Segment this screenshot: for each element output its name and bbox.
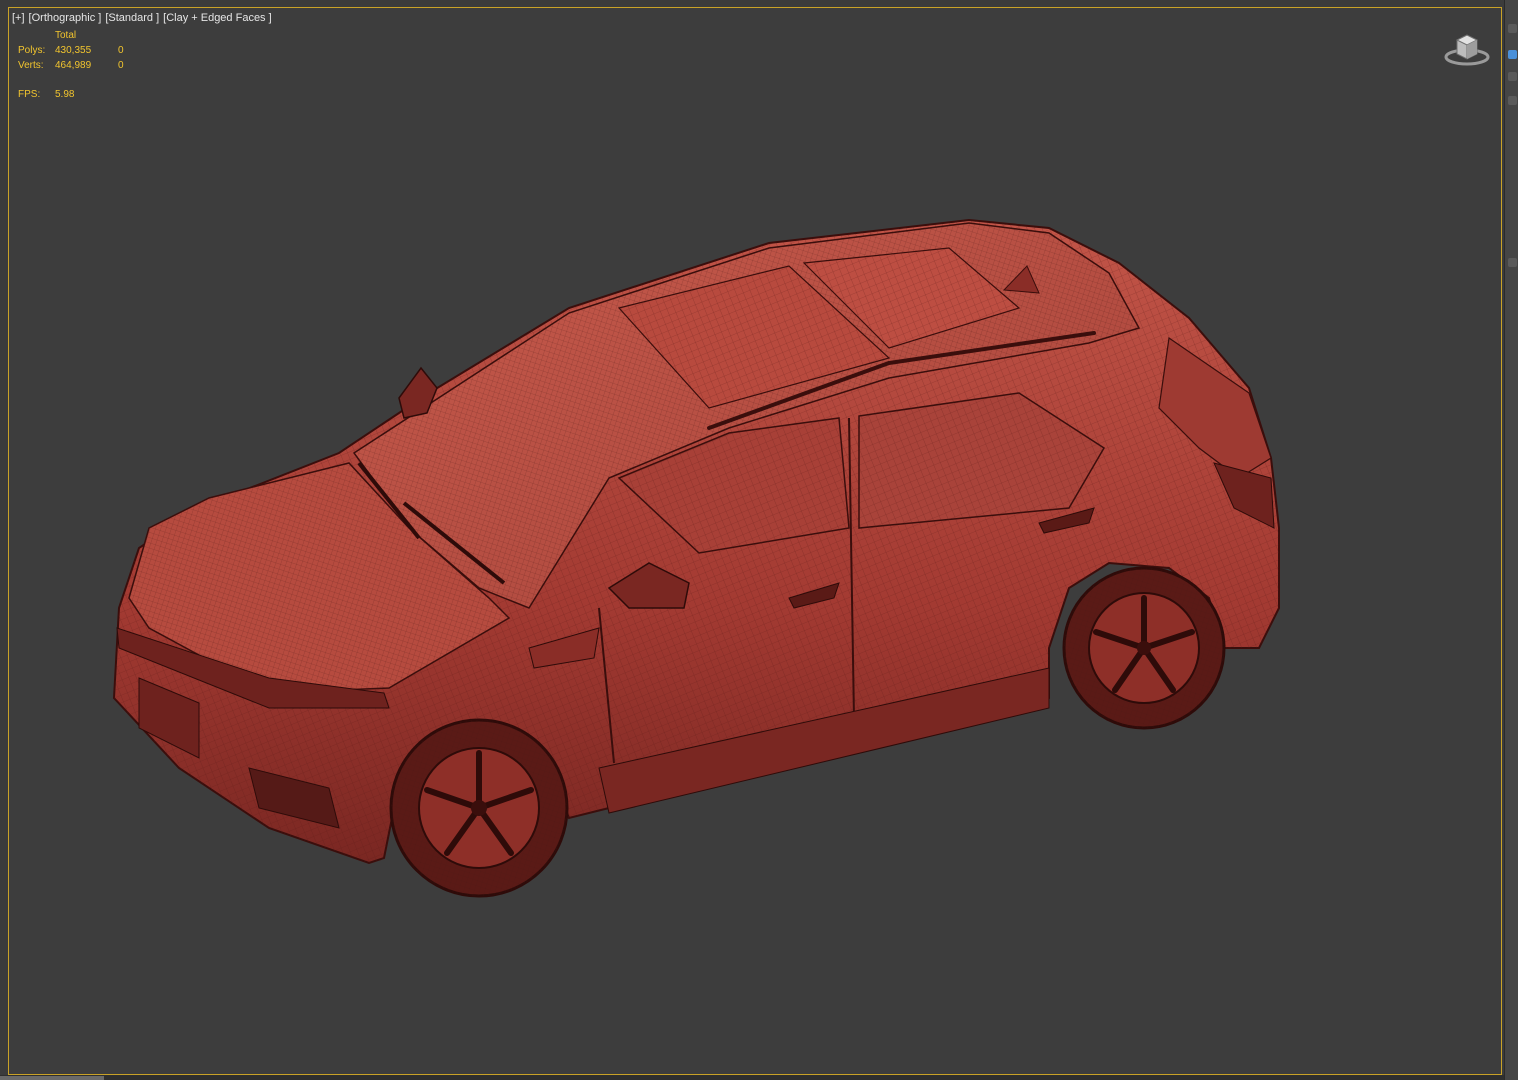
polys-selected: 0	[118, 45, 124, 56]
timeline-bar[interactable]	[0, 1075, 1504, 1080]
panel-tab-button[interactable]	[1508, 258, 1517, 267]
verts-row: Verts: 464,989 0	[18, 58, 138, 73]
panel-tab-button[interactable]	[1508, 72, 1517, 81]
polys-label: Polys:	[18, 45, 46, 56]
panel-tab-button[interactable]	[1508, 24, 1517, 33]
front-wheel	[389, 718, 569, 898]
polys-row: Polys: 430,355 0	[18, 43, 138, 58]
car-wireframe-model[interactable]	[9, 8, 1502, 1075]
panel-tab-active-button[interactable]	[1508, 50, 1517, 59]
verts-label: Verts:	[18, 60, 44, 71]
fps-value: 5.98	[55, 89, 75, 100]
viewport-label[interactable]: [+] [Orthographic ] [Standard ] [Clay + Edg…	[12, 12, 276, 24]
view-type-button[interactable]: [Orthographic ]	[29, 12, 102, 24]
display-mode-button[interactable]: [Clay + Edged Faces ]	[163, 12, 272, 24]
shading-standard-button[interactable]: [Standard ]	[105, 12, 159, 24]
fps-label: FPS:	[18, 89, 41, 100]
viewport-menu-button[interactable]: [+]	[12, 12, 25, 24]
command-panel-edge[interactable]	[1504, 0, 1518, 1080]
rear-wheel	[1062, 566, 1226, 730]
stats-header: Total	[55, 30, 77, 41]
time-slider[interactable]	[0, 1076, 104, 1080]
scene-statistics: Total Polys: 430,355 0 Verts: 464,989 0 …	[18, 28, 138, 102]
verts-total: 464,989	[55, 60, 92, 71]
panel-tab-button[interactable]	[1508, 96, 1517, 105]
viewport[interactable]: [+] [Orthographic ] [Standard ] [Clay + Edg…	[8, 7, 1502, 1075]
viewcube-icon[interactable]	[1441, 28, 1493, 68]
fps-row: FPS: 5.98	[18, 87, 138, 102]
verts-selected: 0	[118, 60, 124, 71]
polys-total: 430,355	[55, 45, 92, 56]
